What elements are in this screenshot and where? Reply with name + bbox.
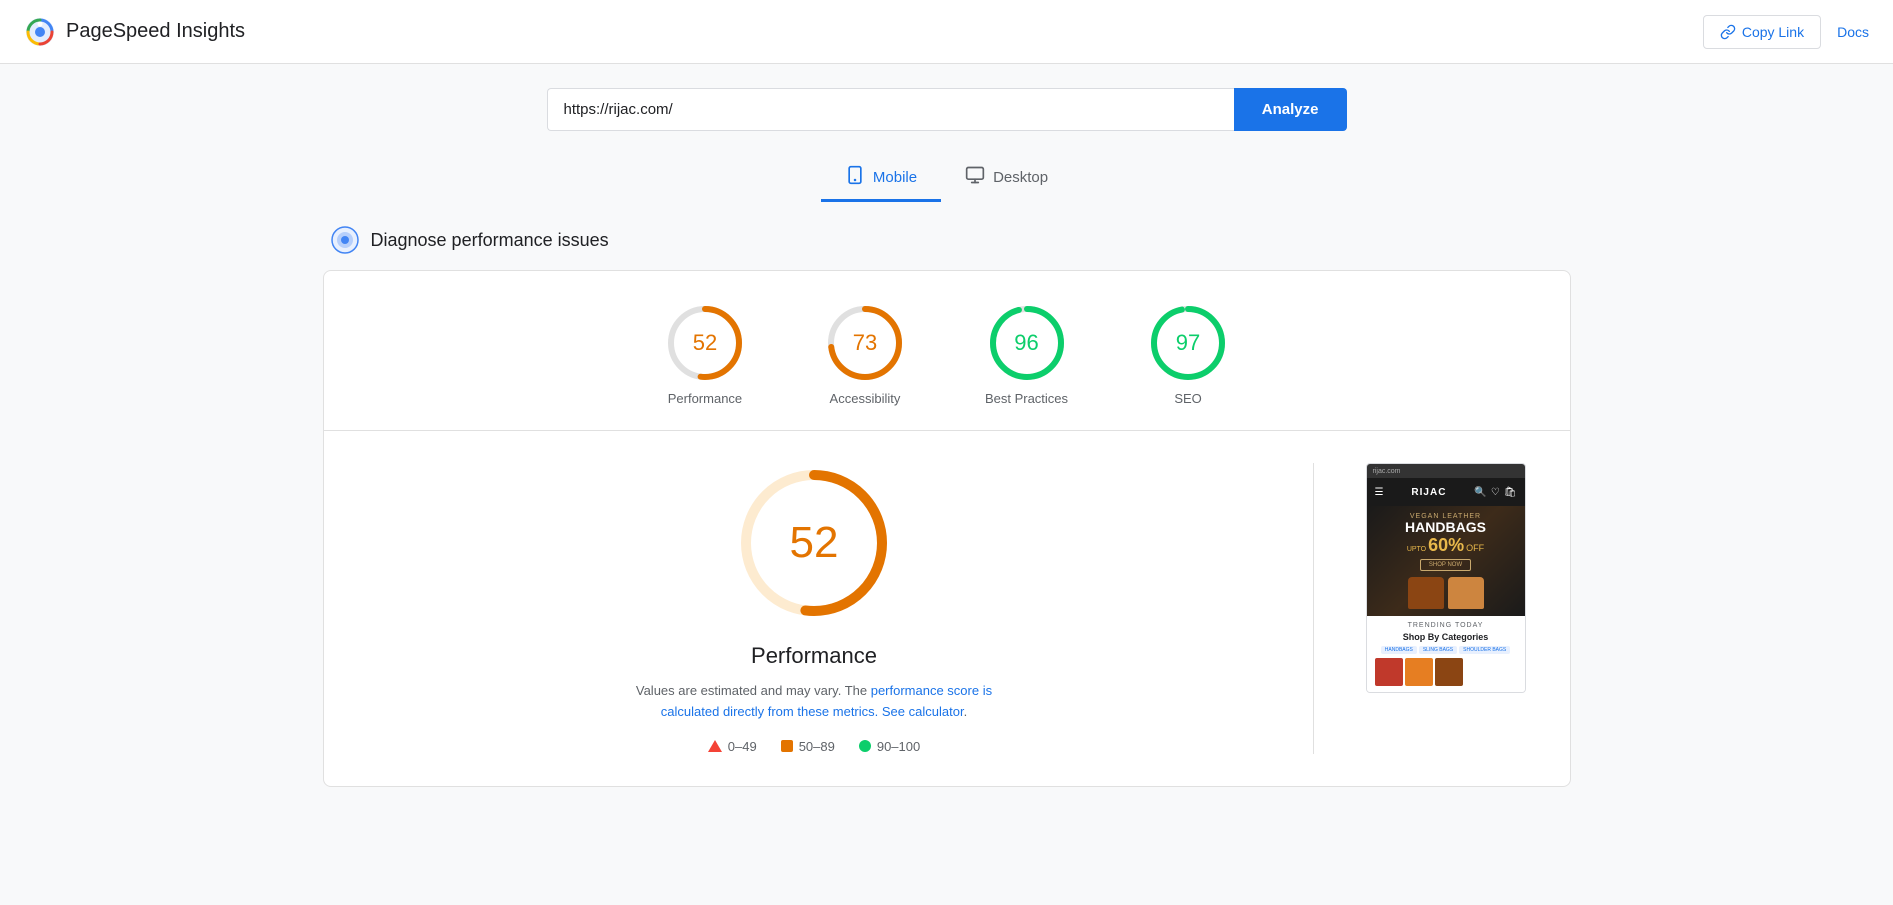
screenshot-header: ☰ RIJAC 🔍 ♡ 🛍 [1367, 478, 1525, 506]
green-circle-icon [859, 740, 871, 752]
score-performance[interactable]: 52 Performance [665, 303, 745, 406]
search-icon: 🔍 [1474, 487, 1486, 498]
url-section: Analyze [323, 88, 1571, 131]
analyze-button[interactable]: Analyze [1234, 88, 1347, 131]
seo-value: 97 [1176, 330, 1200, 356]
url-input[interactable] [547, 88, 1234, 131]
screenshot-content: TRENDING TODAY Shop By Categories HANDBA… [1367, 616, 1525, 692]
bag-1 [1408, 577, 1444, 609]
performance-label: Performance [668, 391, 742, 406]
header-actions: Copy Link Docs [1703, 15, 1869, 49]
score-accessibility[interactable]: 73 Accessibility [825, 303, 905, 406]
copy-link-button[interactable]: Copy Link [1703, 15, 1821, 49]
detail-description: Values are estimated and may vary. The p… [634, 681, 994, 723]
tabs-section: Mobile Desktop [323, 155, 1571, 202]
hero-title: HANDBAGS [1405, 520, 1486, 535]
performance-circle: 52 [665, 303, 745, 383]
cat-handbags: HANDBAGS [1381, 646, 1417, 654]
score-best-practices[interactable]: 96 Best Practices [985, 303, 1068, 406]
detail-right: rijac.com ☰ RIJAC 🔍 ♡ 🛍 VEGAN LEATHER [1346, 463, 1546, 754]
bag-2 [1448, 577, 1484, 609]
big-performance-circle: 52 [734, 463, 894, 623]
tab-mobile[interactable]: Mobile [821, 155, 941, 202]
desktop-icon [965, 165, 985, 189]
hero-cta: SHOP NOW [1420, 559, 1471, 571]
header: PageSpeed Insights Copy Link Docs [0, 0, 1893, 64]
desc-pre-text: Values are estimated and may vary. The [636, 683, 871, 698]
legend: 0–49 50–89 90–100 [708, 739, 920, 754]
mobile-icon [845, 165, 865, 189]
seo-circle: 97 [1148, 303, 1228, 383]
legend-red-range: 0–49 [728, 739, 757, 754]
red-triangle-icon [708, 740, 722, 752]
diagnose-icon [331, 226, 359, 254]
tab-desktop[interactable]: Desktop [941, 155, 1072, 202]
categories-row: HANDBAGS SLING BAGS SHOULDER BAGS [1375, 646, 1517, 654]
orange-square-icon [781, 740, 793, 752]
hero-discount-row: UPTO 60% OFF [1407, 535, 1484, 556]
results-card: 52 Performance 73 Accessibility [323, 270, 1571, 787]
hero-upto: UPTO [1407, 546, 1426, 553]
cart-icon: 🛍 [1504, 487, 1517, 498]
seo-label: SEO [1174, 391, 1201, 406]
legend-green: 90–100 [859, 739, 920, 754]
big-circle-inner: 52 [790, 518, 839, 568]
accessibility-circle: 73 [825, 303, 905, 383]
detail-left: 52 Performance Values are estimated and … [348, 463, 1281, 754]
cat-shoulder-bags: SHOULDER BAGS [1459, 646, 1510, 654]
product-3 [1435, 658, 1463, 686]
logo-area: PageSpeed Insights [24, 16, 245, 48]
hero-discount: 60% [1428, 535, 1464, 556]
vertical-divider [1313, 463, 1314, 754]
best-practices-label: Best Practices [985, 391, 1068, 406]
product-2 [1405, 658, 1433, 686]
hero-off: OFF [1466, 543, 1484, 553]
pagespeed-logo-icon [24, 16, 56, 48]
screenshot-url-text: rijac.com [1373, 468, 1401, 475]
diagnose-section: Diagnose performance issues [323, 226, 1571, 254]
best-practices-circle: 96 [987, 303, 1067, 383]
calculator-link[interactable]: See calculator [882, 704, 964, 719]
screenshot-header-icons: 🔍 ♡ 🛍 [1474, 487, 1516, 498]
legend-red: 0–49 [708, 739, 757, 754]
best-practices-value: 96 [1014, 330, 1038, 356]
screenshot-frame: rijac.com ☰ RIJAC 🔍 ♡ 🛍 VEGAN LEATHER [1366, 463, 1526, 693]
tab-mobile-label: Mobile [873, 169, 917, 186]
product-1 [1375, 658, 1403, 686]
screenshot-logo: RIJAC [1411, 487, 1446, 498]
legend-green-range: 90–100 [877, 739, 920, 754]
cat-sling-bags: SLING BAGS [1419, 646, 1457, 654]
detail-section: 52 Performance Values are estimated and … [348, 431, 1546, 786]
main-content: Analyze Mobile Desktop [307, 64, 1587, 811]
shop-title: Shop By Categories [1375, 632, 1517, 642]
legend-orange: 50–89 [781, 739, 835, 754]
accessibility-label: Accessibility [830, 391, 901, 406]
copy-link-label: Copy Link [1742, 24, 1804, 40]
performance-value: 52 [693, 330, 717, 356]
scores-row: 52 Performance 73 Accessibility [348, 303, 1546, 406]
bags-image [1408, 577, 1484, 609]
accessibility-value: 73 [853, 330, 877, 356]
diagnose-text: Diagnose performance issues [371, 230, 609, 251]
docs-link[interactable]: Docs [1837, 24, 1869, 40]
app-title: PageSpeed Insights [66, 20, 245, 43]
tab-desktop-label: Desktop [993, 169, 1048, 186]
product-images [1375, 658, 1517, 686]
big-score-value: 52 [790, 518, 839, 567]
url-form: Analyze [547, 88, 1347, 131]
link-icon [1720, 24, 1736, 40]
heart-icon: ♡ [1491, 487, 1500, 498]
score-seo[interactable]: 97 SEO [1148, 303, 1228, 406]
screenshot-hero: VEGAN LEATHER HANDBAGS UPTO 60% OFF SHOP… [1367, 506, 1525, 616]
trending-label: TRENDING TODAY [1375, 622, 1517, 629]
detail-section-title: Performance [751, 643, 877, 669]
screenshot-url-bar: rijac.com [1367, 464, 1525, 478]
legend-orange-range: 50–89 [799, 739, 835, 754]
